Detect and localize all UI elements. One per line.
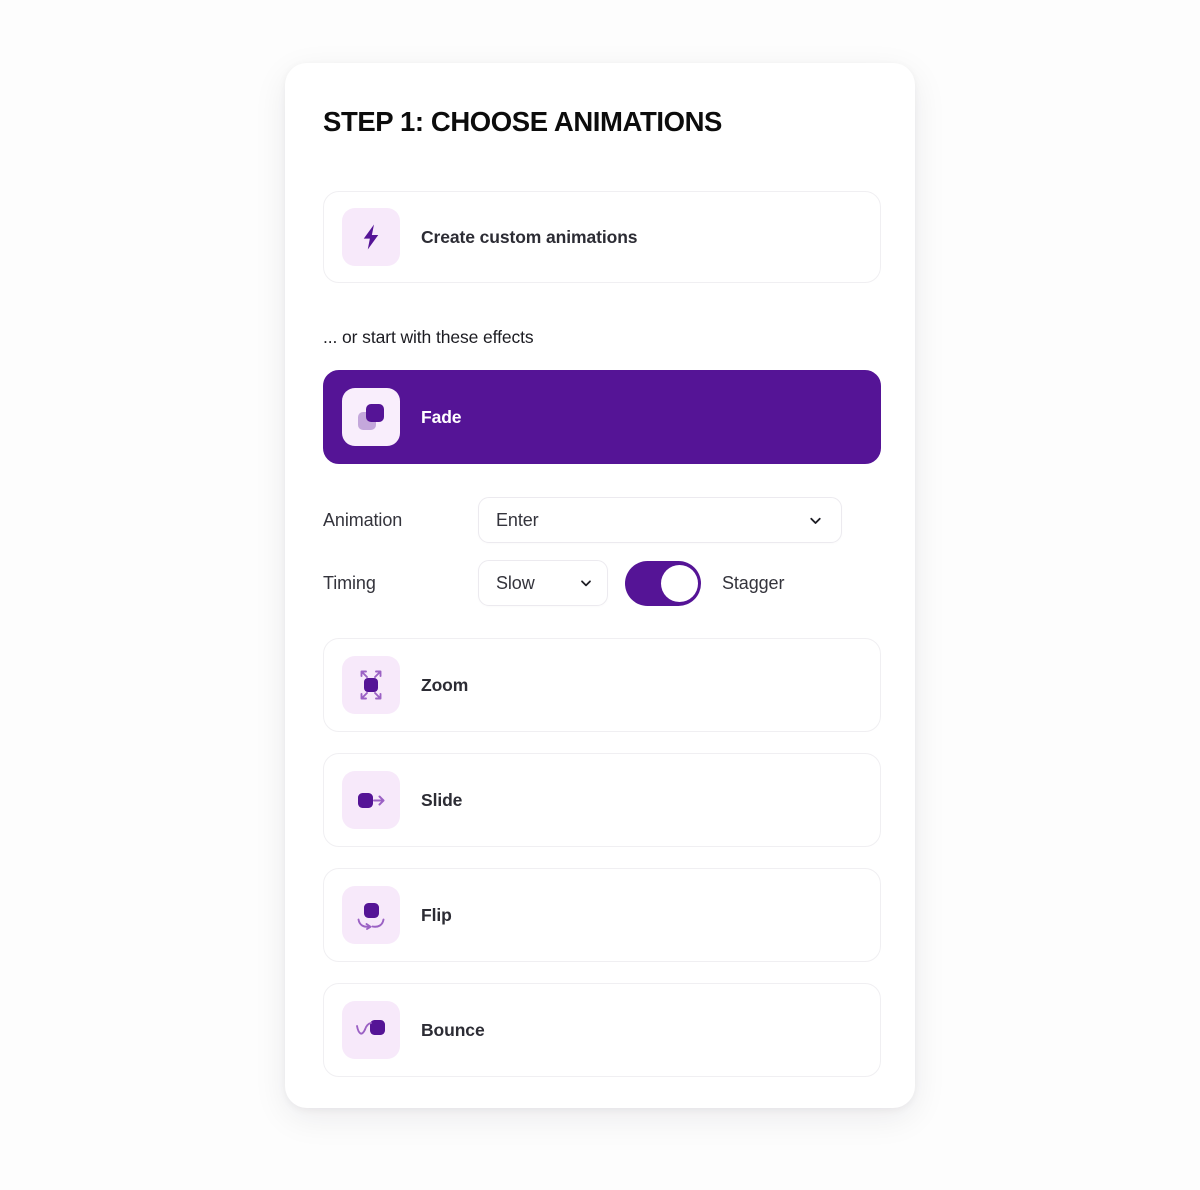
flip-rotate-icon [342, 886, 400, 945]
bounce-curve-icon [342, 1001, 400, 1060]
effect-label-bounce: Bounce [421, 1019, 485, 1040]
effect-label-slide: Slide [421, 789, 463, 810]
timing-label: Timing [323, 572, 376, 593]
fade-squares-icon [342, 388, 400, 447]
create-custom-animations-label: Create custom animations [421, 226, 638, 247]
create-custom-animations-row[interactable]: Create custom animations [323, 191, 881, 284]
effect-row-fade[interactable]: Fade [323, 370, 881, 465]
page-background: STEP 1: CHOOSE ANIMATIONS Create custom … [0, 0, 1200, 1190]
timing-control-row: Timing Slow Stagger [323, 557, 877, 609]
effect-label-zoom: Zoom [421, 674, 469, 695]
animation-select-value: Enter [496, 509, 539, 530]
effect-row-bounce[interactable]: Bounce [323, 983, 881, 1078]
zoom-expand-icon [342, 656, 400, 715]
lightning-bolt-icon [342, 208, 400, 267]
effect-controls: Animation Enter Timing Slow Stagger [323, 494, 877, 609]
effects-list: Zoom Slide Flip Bounce [323, 638, 881, 1078]
stagger-toggle-knob [661, 564, 698, 602]
effect-row-zoom[interactable]: Zoom [323, 638, 881, 733]
chevron-down-icon [807, 512, 824, 529]
timing-select-value: Slow [496, 572, 535, 593]
animation-label: Animation [323, 509, 403, 530]
effect-row-slide[interactable]: Slide [323, 753, 881, 848]
stagger-label: Stagger [722, 572, 785, 593]
effect-label-fade: Fade [421, 406, 462, 427]
animation-select[interactable]: Enter [478, 497, 842, 544]
choose-animations-panel: STEP 1: CHOOSE ANIMATIONS Create custom … [285, 63, 915, 1108]
stagger-toggle[interactable] [625, 560, 701, 606]
effect-row-flip[interactable]: Flip [323, 868, 881, 963]
chevron-down-icon [578, 575, 594, 591]
timing-select[interactable]: Slow [478, 560, 608, 607]
effects-hint-text: ... or start with these effects [323, 327, 534, 348]
effect-label-flip: Flip [421, 904, 452, 925]
page-title: STEP 1: CHOOSE ANIMATIONS [323, 106, 722, 137]
slide-arrow-icon [342, 771, 400, 830]
animation-control-row: Animation Enter [323, 494, 877, 546]
